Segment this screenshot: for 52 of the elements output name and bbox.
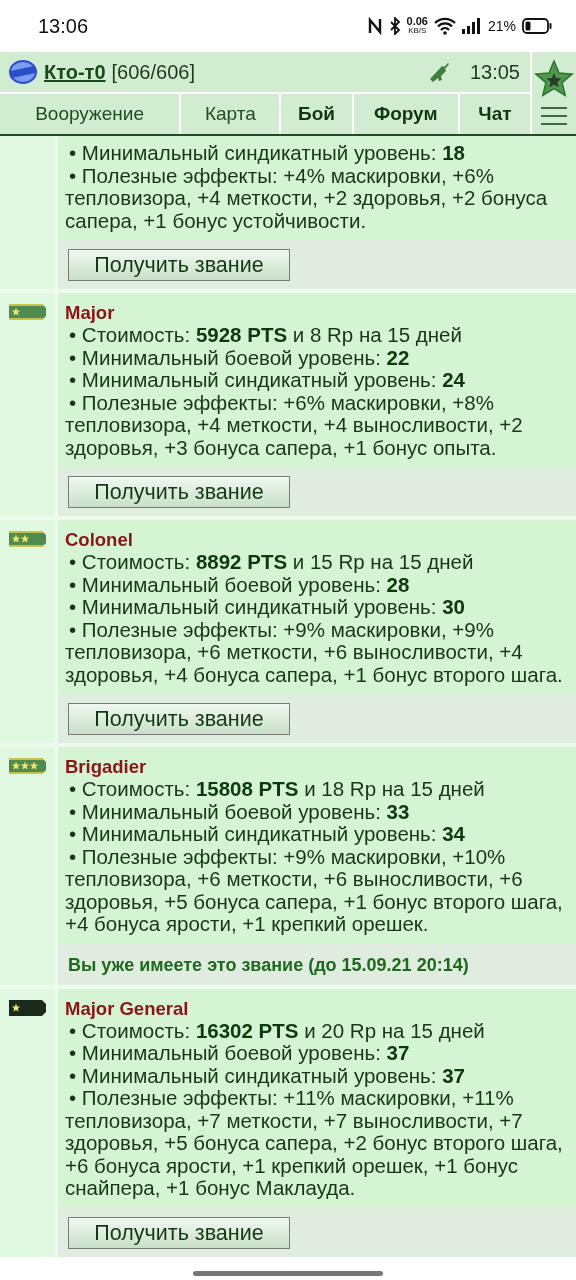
rank-detail: • Стоимость: 5928 PTS и 8 Rp на 15 дней: [68, 324, 463, 347]
nav-tab[interactable]: Вооружение: [0, 94, 180, 134]
rank-title: Brigadier: [65, 755, 148, 778]
battery-level: 21%: [487, 18, 516, 34]
signal-icon: [461, 18, 482, 34]
get-rank-button[interactable]: Получить звание: [68, 249, 290, 281]
get-rank-button[interactable]: Получить звание: [68, 476, 290, 508]
speed-unit: KB/S: [408, 26, 427, 36]
rank-detail: • Минимальный синдикатный уровень: 37: [68, 1064, 466, 1087]
rank-detail: • Стоимость: 15808 PTS и 18 Rp на 15 дней: [68, 778, 486, 801]
rank-detail: • Полезные эффекты: +11% маскировки, +11% тепловизора, +7 меткости, +7 выносливости, +7 здоровья, +5 бонуса сапера, +2 бонус второго шага, +6 бонуса ярости, +1 крепкий орешек, +1 бонус снайпера, +1 бонус Маклауда.: [65, 1087, 564, 1200]
network-speed: 0.06: [406, 16, 428, 26]
rank-detail: • Минимальный боевой уровень: 33: [68, 800, 411, 823]
clock: 13:06: [38, 14, 89, 38]
rank-detail: • Полезные эффекты: +4% маскировки, +6% тепловизора, +4 меткости, +2 здоровья, +2 бонуса сапера, +1 бонус устойчивости.: [65, 164, 549, 232]
username-link[interactable]: Кто-т0: [44, 60, 106, 84]
nav-tab[interactable]: Чат: [459, 94, 530, 134]
stamp-icon: [8, 59, 38, 85]
rank-title: Colonel: [65, 528, 134, 551]
wifi-icon: [433, 17, 456, 35]
rank-title: Major: [65, 301, 116, 324]
health-points: [606/606]: [111, 60, 195, 84]
rank-detail: • Стоимость: 16302 PTS и 20 Rp на 15 дней: [69, 1019, 486, 1042]
owned-rank-notice: Вы уже имеете это звание (до 15.09.21 20:14): [68, 954, 469, 975]
bluetooth-icon: [388, 17, 401, 35]
rank-detail: • Полезные эффекты: +9% маскировки, +9% тепловизора, +6 меткости, +6 выносливости, +4 здоровья, +4 бонуса сапера, +1 бонус второго шага.: [65, 618, 564, 686]
rank-detail: • Полезные эффекты: +6% маскировки, +8% тепловизора, +4 меткости, +4 выносливости, +2 здоровья, +3 бонуса сапера, +1 бонус опыта.: [65, 391, 524, 459]
nav-tab[interactable]: Форум: [353, 94, 458, 134]
rank-detail: • Минимальный боевой уровень: 22: [68, 346, 411, 369]
rank-title: Major General: [65, 996, 190, 1020]
rank-detail: • Полезные эффекты: +9% маскировки, +10% тепловизора, +6 меткости, +6 выносливости, +6 здоровья, +5 бонуса сапера, +1 бонус второго шага, +4 бонуса ярости, +1 крепкий орешек.: [65, 845, 564, 936]
battery-icon: [522, 18, 552, 34]
epaulette-icon: [8, 303, 47, 321]
rank-detail: • Минимальный синдикатный уровень: 18: [68, 142, 466, 165]
rank-detail: • Минимальный синдикатный уровень: 24: [68, 369, 466, 392]
epaulette-icon: [8, 530, 47, 548]
star-icon[interactable]: [534, 60, 574, 98]
rifle-icon: [427, 61, 450, 83]
rank-detail: • Стоимость: 8892 PTS и 15 Rp на 15 дней: [68, 551, 475, 574]
menu-icon[interactable]: [540, 106, 568, 126]
rank-detail: • Минимальный боевой уровень: 28: [68, 573, 411, 596]
epaulette-icon: [8, 757, 47, 775]
rank-detail: • Минимальный боевой уровень: 37: [68, 1042, 411, 1065]
get-rank-button[interactable]: Получить звание: [68, 703, 290, 735]
rank-detail: • Минимальный синдикатный уровень: 30: [68, 596, 466, 619]
nfc-icon: [366, 17, 383, 35]
server-time: 13:05: [469, 60, 520, 84]
epaulette-icon: [8, 998, 47, 1017]
nav-tab[interactable]: Карта: [181, 94, 280, 134]
nav-tab[interactable]: Бой: [281, 94, 352, 134]
rank-detail: • Минимальный синдикатный уровень: 34: [68, 823, 466, 846]
get-rank-button[interactable]: Получить звание: [68, 1216, 290, 1249]
